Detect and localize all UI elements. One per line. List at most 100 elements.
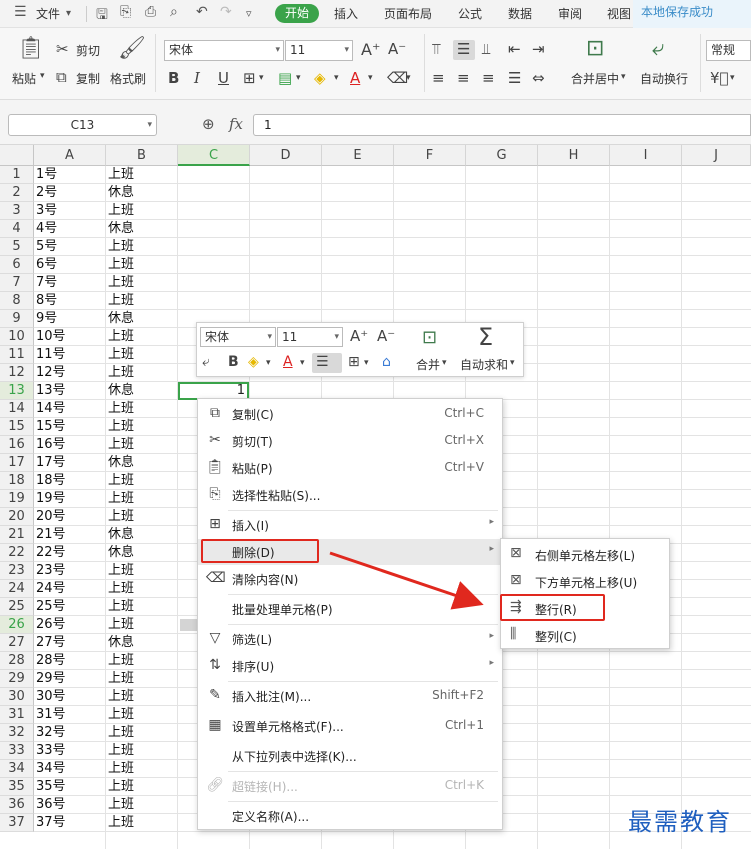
cell-a[interactable]: 37号: [34, 814, 106, 832]
font-color-icon[interactable]: A: [283, 354, 293, 370]
row-header[interactable]: 33: [0, 742, 34, 760]
row-header[interactable]: 22: [0, 544, 34, 562]
row-header[interactable]: 31: [0, 706, 34, 724]
menu-item-copy[interactable]: ⧉ 复制(C) Ctrl+C: [198, 401, 502, 427]
cell-a[interactable]: 17号: [34, 454, 106, 472]
cell-b[interactable]: 上班: [106, 436, 178, 454]
cell-b[interactable]: 休息: [106, 544, 178, 562]
row-header[interactable]: 19: [0, 490, 34, 508]
cell-a[interactable]: 31号: [34, 706, 106, 724]
font-size-select[interactable]: 11 ▾: [285, 40, 353, 61]
cell-a[interactable]: 35号: [34, 778, 106, 796]
menu-item-delete[interactable]: 删除(D) ▸: [198, 539, 502, 565]
align-right-icon[interactable]: ≡: [482, 69, 495, 87]
align-middle-icon[interactable]: ☰: [457, 40, 470, 58]
cell-b[interactable]: 上班: [106, 346, 178, 364]
chevron-down-icon[interactable]: ▾: [40, 71, 45, 81]
menu-item-define-name[interactable]: 定义名称(A)...: [198, 803, 502, 829]
fx-icon[interactable]: fx: [229, 115, 243, 133]
column-header-h[interactable]: H: [538, 145, 610, 166]
border-icon[interactable]: ⊞: [348, 354, 360, 370]
menu-item-batch-process[interactable]: 批量处理单元格(P): [198, 596, 502, 622]
hamburger-icon[interactable]: ☰: [14, 4, 27, 20]
cell-a[interactable]: 9号: [34, 310, 106, 328]
cell-a[interactable]: 23号: [34, 562, 106, 580]
row-header[interactable]: 32: [0, 724, 34, 742]
cell-a[interactable]: 6号: [34, 256, 106, 274]
cell-b[interactable]: 上班: [106, 328, 178, 346]
menu-item-paste[interactable]: 📋︎ 粘贴(P) Ctrl+V: [198, 455, 502, 481]
cell-b[interactable]: 上班: [106, 706, 178, 724]
copy-button[interactable]: 复制: [76, 70, 100, 87]
column-header-i[interactable]: I: [610, 145, 682, 166]
row-header[interactable]: 17: [0, 454, 34, 472]
chevron-down-icon[interactable]: ▾: [364, 358, 369, 368]
print-icon[interactable]: ⎙: [145, 4, 156, 20]
align-bottom-icon[interactable]: ⫫: [482, 40, 490, 58]
chevron-down-icon[interactable]: ▾: [368, 73, 373, 83]
font-name-select[interactable]: 宋体 ▾: [164, 40, 284, 61]
formula-input[interactable]: 1: [253, 114, 751, 136]
row-header[interactable]: 28: [0, 652, 34, 670]
row-header[interactable]: 15: [0, 418, 34, 436]
column-header-e[interactable]: E: [322, 145, 394, 166]
decrease-font-icon[interactable]: A⁻: [377, 327, 395, 345]
cell-a[interactable]: 26号: [34, 616, 106, 634]
mini-font-size-select[interactable]: 11 ▾: [277, 327, 343, 347]
align-center-icon[interactable]: ☰: [316, 354, 329, 370]
cell-a[interactable]: 28号: [34, 652, 106, 670]
mini-font-name-select[interactable]: 宋体 ▾: [200, 327, 276, 347]
column-header-f[interactable]: F: [394, 145, 466, 166]
cell-a[interactable]: 34号: [34, 760, 106, 778]
cell-b[interactable]: 上班: [106, 724, 178, 742]
merge-icon[interactable]: ⊡: [422, 327, 437, 348]
font-color-icon[interactable]: A: [350, 69, 360, 87]
row-header[interactable]: 36: [0, 796, 34, 814]
cut-button[interactable]: 剪切: [76, 42, 100, 59]
row-header[interactable]: 30: [0, 688, 34, 706]
row-header[interactable]: 21: [0, 526, 34, 544]
cell-a[interactable]: 8号: [34, 292, 106, 310]
quick-access-dropdown-icon[interactable]: ▿: [246, 7, 252, 20]
cell-a[interactable]: 3号: [34, 202, 106, 220]
menu-item-insert[interactable]: ⊞ 插入(I) ▸: [198, 512, 502, 538]
tab-start[interactable]: 开始: [275, 4, 319, 23]
cell-b[interactable]: 上班: [106, 292, 178, 310]
fill-color-icon[interactable]: ◈: [248, 354, 259, 370]
chevron-down-icon[interactable]: ▾: [334, 73, 339, 83]
cell-a[interactable]: 10号: [34, 328, 106, 346]
cell-a[interactable]: 12号: [34, 364, 106, 382]
cell-b[interactable]: 上班: [106, 274, 178, 292]
row-header[interactable]: 10: [0, 328, 34, 346]
italic-icon[interactable]: I: [194, 69, 200, 87]
menu-item-filter[interactable]: ▽ 筛选(L) ▸: [198, 626, 502, 652]
cell-b[interactable]: 上班: [106, 238, 178, 256]
cell-a[interactable]: 18号: [34, 472, 106, 490]
cell-a[interactable]: 36号: [34, 796, 106, 814]
cell-b[interactable]: 上班: [106, 364, 178, 382]
row-header[interactable]: 24: [0, 580, 34, 598]
submenu-item-shift-left[interactable]: ⊠ 右侧单元格左移(L): [501, 541, 669, 567]
name-box[interactable]: C13 ▾: [8, 114, 157, 136]
cell-b[interactable]: 上班: [106, 670, 178, 688]
column-header-a[interactable]: A: [34, 145, 106, 166]
row-header[interactable]: 1: [0, 166, 34, 184]
tab-view[interactable]: 视图: [607, 5, 631, 22]
column-header-j[interactable]: J: [682, 145, 751, 166]
cell-a[interactable]: 15号: [34, 418, 106, 436]
fill-color-icon[interactable]: ◈: [314, 69, 326, 87]
align-top-icon[interactable]: ⫪: [432, 40, 440, 58]
decrease-font-icon[interactable]: A⁻: [388, 40, 406, 58]
row-header[interactable]: 37: [0, 814, 34, 832]
tab-formulas[interactable]: 公式: [458, 5, 482, 22]
chevron-down-icon[interactable]: ▾: [300, 358, 305, 368]
cell-a[interactable]: 14号: [34, 400, 106, 418]
cell-a[interactable]: 21号: [34, 526, 106, 544]
redo-icon[interactable]: ↷: [220, 4, 232, 20]
zoom-icon[interactable]: ⊕: [202, 115, 215, 133]
bold-icon[interactable]: B: [228, 354, 239, 370]
justify-icon[interactable]: ☰: [508, 69, 521, 87]
cell-b[interactable]: 上班: [106, 598, 178, 616]
wrap-text-icon[interactable]: ⤶: [652, 36, 664, 61]
cell-a[interactable]: 25号: [34, 598, 106, 616]
